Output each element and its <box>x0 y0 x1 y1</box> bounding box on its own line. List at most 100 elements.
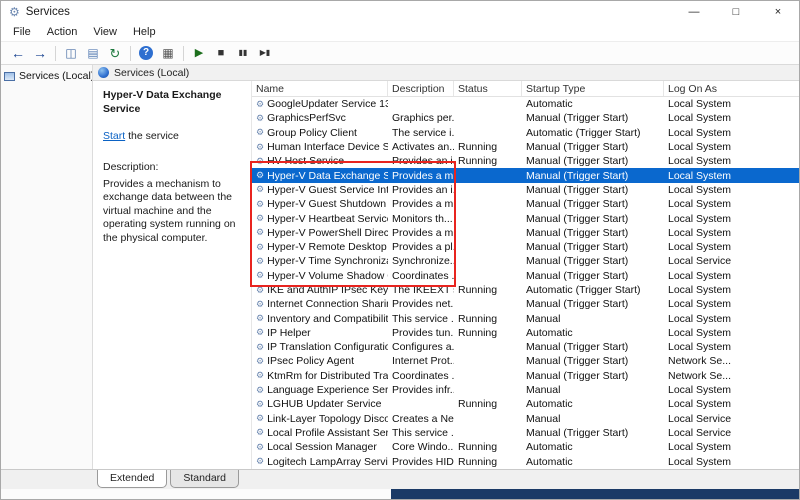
table-row[interactable]: ⚙Hyper-V Guest Shutdown Se...Provides a … <box>252 197 799 211</box>
service-startup-cell: Manual (Trigger Start) <box>522 270 664 282</box>
tree-item-services-local[interactable]: Services (Local) <box>1 68 92 84</box>
service-description-cell: Synchronize... <box>388 255 454 267</box>
console-tree-icon[interactable]: ◫ <box>61 43 81 63</box>
table-row[interactable]: ⚙Hyper-V Guest Service Interf...Provides… <box>252 183 799 197</box>
table-row[interactable]: ⚙GoogleUpdater Service 130...AutomaticLo… <box>252 97 799 111</box>
menu-action[interactable]: Action <box>39 25 86 39</box>
service-name-text: Logitech LampArray Service <box>267 456 388 468</box>
table-row[interactable]: ⚙Local Profile Assistant ServiceThis ser… <box>252 426 799 440</box>
service-logon-cell: Network Se... <box>664 370 799 382</box>
service-logon-cell: Local System <box>664 298 799 310</box>
service-name-cell: ⚙KtmRm for Distributed Trans... <box>252 370 388 382</box>
column-header-status[interactable]: Status <box>454 81 522 96</box>
table-row[interactable]: ⚙Logitech LampArray ServiceProvides HID.… <box>252 454 799 468</box>
tab-extended[interactable]: Extended <box>97 470 167 488</box>
table-row[interactable]: ⚙IP Translation Configuration ...Configu… <box>252 340 799 354</box>
table-row[interactable]: ⚙Hyper-V Time Synchronizati...Synchroniz… <box>252 254 799 268</box>
service-description-cell: Core Windo... <box>388 441 454 453</box>
table-row[interactable]: ⚙Internet Connection Sharing...Provides … <box>252 297 799 311</box>
table-row[interactable]: ⚙Inventory and Compatibility...This serv… <box>252 311 799 325</box>
table-row[interactable]: ⚙Hyper-V Heartbeat ServiceMonitors th...… <box>252 211 799 225</box>
table-row[interactable]: ⚙Hyper-V Volume Shadow Co...Coordinates … <box>252 269 799 283</box>
service-name-text: Local Session Manager <box>267 441 377 453</box>
table-row[interactable]: ⚙KtmRm for Distributed Trans...Coordinat… <box>252 369 799 383</box>
service-description-cell: Provides an i... <box>388 184 454 196</box>
service-name-text: IP Helper <box>267 327 311 339</box>
service-name-text: Internet Connection Sharing... <box>267 298 388 310</box>
service-description-cell: Coordinates ... <box>388 370 454 382</box>
table-row[interactable]: ⚙Link-Layer Topology Discove...Creates a… <box>252 412 799 426</box>
table-row[interactable]: ⚙Hyper-V Remote Desktop Vi...Provides a … <box>252 240 799 254</box>
service-startup-cell: Manual (Trigger Start) <box>522 370 664 382</box>
minimize-button[interactable]: — <box>673 1 715 23</box>
service-gear-icon: ⚙ <box>256 414 264 423</box>
close-button[interactable]: × <box>757 1 799 23</box>
service-name-cell: ⚙Inventory and Compatibility... <box>252 313 388 325</box>
service-startup-cell: Manual (Trigger Start) <box>522 184 664 196</box>
service-description-cell: Provides tun... <box>388 327 454 339</box>
service-description-cell: Coordinates ... <box>388 270 454 282</box>
column-header-startup-type[interactable]: Startup Type <box>522 81 664 96</box>
pause-service-icon[interactable]: ▮▮ <box>233 43 253 63</box>
service-name-cell: ⚙Hyper-V Data Exchange Serv... <box>252 170 388 182</box>
start-service-link[interactable]: Start <box>103 130 125 142</box>
table-row[interactable]: ⚙Language Experience ServiceProvides inf… <box>252 383 799 397</box>
start-service-icon[interactable]: ▶ <box>189 43 209 63</box>
table-row[interactable]: ⚙Human Interface Device Serv...Activates… <box>252 140 799 154</box>
maximize-button[interactable]: □ <box>715 1 757 23</box>
restart-service-icon[interactable]: ▶▮ <box>255 43 275 63</box>
menu-view[interactable]: View <box>85 25 125 39</box>
service-logon-cell: Local System <box>664 398 799 410</box>
table-row[interactable]: ⚙IP HelperProvides tun...RunningAutomati… <box>252 326 799 340</box>
table-row[interactable]: ⚙Group Policy ClientThe service i...Auto… <box>252 126 799 140</box>
main-header-label: Services (Local) <box>114 67 189 79</box>
service-name-text: Hyper-V Time Synchronizati... <box>267 255 388 267</box>
refresh-icon[interactable]: ↻ <box>105 43 125 63</box>
bottom-strip-right <box>391 489 799 500</box>
service-gear-icon: ⚙ <box>256 143 264 152</box>
forward-icon[interactable]: → <box>30 43 50 63</box>
service-description-cell: Provides net... <box>388 298 454 310</box>
table-row[interactable]: ⚙LGHUB Updater ServiceRunningAutomaticLo… <box>252 397 799 411</box>
service-startup-cell: Manual (Trigger Start) <box>522 112 664 124</box>
service-startup-cell: Automatic <box>522 441 664 453</box>
service-gear-icon: ⚙ <box>256 443 264 452</box>
table-row[interactable]: ⚙HV Host ServiceProvides an i...RunningM… <box>252 154 799 168</box>
service-gear-icon: ⚙ <box>256 128 264 137</box>
column-header-name[interactable]: Name <box>252 81 388 96</box>
service-gear-icon: ⚙ <box>256 114 264 123</box>
table-row[interactable]: ⚙IKE and AuthIP IPsec Keying ...The IKEE… <box>252 283 799 297</box>
table-row[interactable]: ⚙Local Session ManagerCore Windo...Runni… <box>252 440 799 454</box>
selected-service-title: Hyper-V Data Exchange Service <box>103 89 243 116</box>
service-logon-cell: Local System <box>664 341 799 353</box>
table-row[interactable]: ⚙IPsec Policy AgentInternet Prot...Manua… <box>252 354 799 368</box>
service-description-cell: Provides an i... <box>388 155 454 167</box>
service-description-cell: Graphics per... <box>388 112 454 124</box>
service-name-cell: ⚙IPsec Policy Agent <box>252 355 388 367</box>
service-gear-icon: ⚙ <box>256 157 264 166</box>
service-gear-icon: ⚙ <box>256 371 264 380</box>
service-logon-cell: Local System <box>664 170 799 182</box>
table-row[interactable]: ⚙Hyper-V PowerShell Direct S...Provides … <box>252 226 799 240</box>
service-name-cell: ⚙Hyper-V Heartbeat Service <box>252 213 388 225</box>
column-header-log-on-as[interactable]: Log On As <box>664 81 799 96</box>
properties-icon[interactable]: ▦ <box>158 43 178 63</box>
export-list-icon[interactable]: ▤ <box>83 43 103 63</box>
service-gear-icon: ⚙ <box>256 428 264 437</box>
help-icon[interactable]: ? <box>139 46 153 60</box>
service-name-cell: ⚙Local Session Manager <box>252 441 388 453</box>
service-name-text: Human Interface Device Serv... <box>267 141 388 153</box>
service-name-cell: ⚙Link-Layer Topology Discove... <box>252 413 388 425</box>
column-header-description[interactable]: Description <box>388 81 454 96</box>
menu-file[interactable]: File <box>5 25 39 39</box>
tab-standard[interactable]: Standard <box>170 470 239 488</box>
menu-help[interactable]: Help <box>125 25 164 39</box>
service-name-text: Hyper-V PowerShell Direct S... <box>267 227 388 239</box>
service-logon-cell: Local System <box>664 213 799 225</box>
stop-service-icon[interactable]: ■ <box>211 43 231 63</box>
back-icon[interactable]: ← <box>8 43 28 63</box>
table-row[interactable]: ⚙GraphicsPerfSvcGraphics per...Manual (T… <box>252 111 799 125</box>
menubar: File Action View Help <box>1 23 799 41</box>
service-name-cell: ⚙GoogleUpdater Service 130... <box>252 98 388 110</box>
table-row[interactable]: ⚙Hyper-V Data Exchange Serv...Provides a… <box>252 168 799 182</box>
